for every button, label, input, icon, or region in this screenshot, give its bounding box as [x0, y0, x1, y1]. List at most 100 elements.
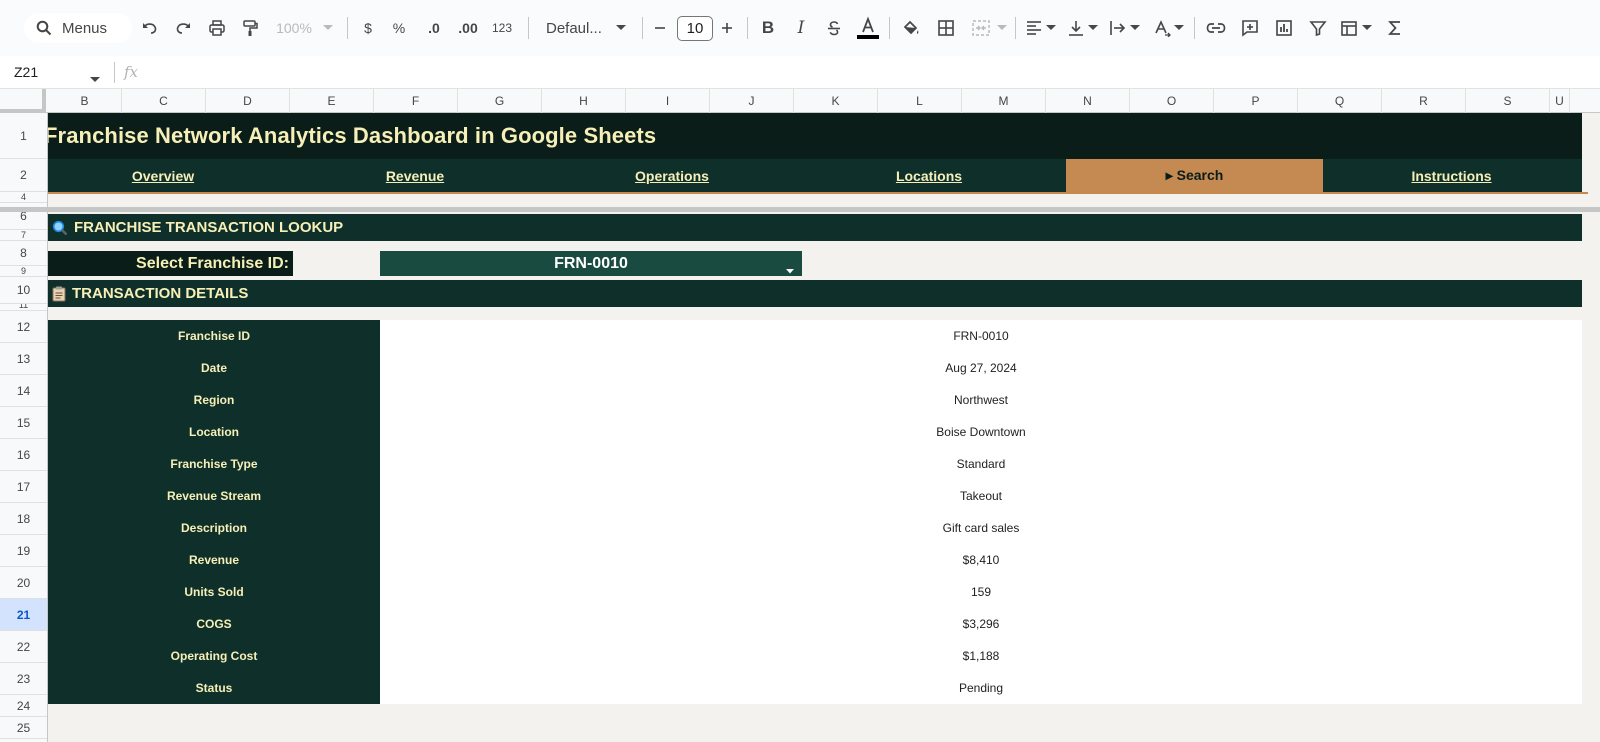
column-header-s[interactable]: S: [1466, 89, 1550, 113]
column-header-b[interactable]: B: [48, 89, 122, 113]
row-header-12[interactable]: 12: [0, 311, 47, 343]
row-header-15[interactable]: 15: [0, 407, 47, 439]
column-header-p[interactable]: P: [1214, 89, 1298, 113]
filter-views-dropdown-icon[interactable]: [1361, 14, 1373, 42]
paint-format-icon[interactable]: [238, 14, 262, 42]
detail-value[interactable]: Takeout: [380, 480, 1582, 512]
column-header-d[interactable]: D: [206, 89, 290, 113]
redo-icon[interactable]: [171, 14, 195, 42]
dropdown-arrow-icon[interactable]: [786, 261, 794, 279]
column-header-h[interactable]: H: [542, 89, 626, 113]
text-rotation-icon[interactable]: [1150, 14, 1174, 42]
detail-value[interactable]: FRN-0010: [380, 320, 1582, 352]
detail-value[interactable]: Pending: [380, 672, 1582, 704]
percent-button[interactable]: %: [389, 14, 409, 42]
detail-value[interactable]: 159: [380, 576, 1582, 608]
detail-value[interactable]: Northwest: [380, 384, 1582, 416]
franchise-id-dropdown[interactable]: FRN-0010: [380, 251, 802, 276]
row-header-21[interactable]: 21: [0, 599, 47, 631]
row-header-22[interactable]: 22: [0, 631, 47, 663]
decrease-font-size-icon[interactable]: [650, 14, 670, 42]
filter-views-icon[interactable]: [1338, 14, 1362, 42]
number-format-button[interactable]: 123: [489, 14, 515, 42]
merge-dropdown-icon[interactable]: [996, 14, 1008, 42]
bold-icon[interactable]: B: [756, 14, 780, 42]
column-header-n[interactable]: N: [1046, 89, 1130, 113]
row-header-14[interactable]: 14: [0, 375, 47, 407]
column-header-i[interactable]: I: [626, 89, 710, 113]
filter-icon[interactable]: [1306, 14, 1330, 42]
font-select[interactable]: Defaul...: [546, 14, 610, 42]
row-header-9[interactable]: 9: [0, 266, 47, 277]
column-header-q[interactable]: Q: [1298, 89, 1382, 113]
horizontal-align-icon[interactable]: [1022, 14, 1046, 42]
strikethrough-icon[interactable]: [822, 14, 846, 42]
column-header-l[interactable]: L: [878, 89, 962, 113]
column-header-g[interactable]: G: [458, 89, 542, 113]
detail-value[interactable]: $1,188: [380, 640, 1582, 672]
row-header-19[interactable]: 19: [0, 535, 47, 567]
column-header-c[interactable]: C: [122, 89, 206, 113]
row-header-18[interactable]: 18: [0, 503, 47, 535]
menus-search[interactable]: Menus: [24, 13, 132, 43]
zoom-select[interactable]: 100%: [272, 14, 316, 42]
row-header-13[interactable]: 13: [0, 343, 47, 375]
insert-chart-icon[interactable]: [1272, 14, 1296, 42]
column-header-k[interactable]: K: [794, 89, 878, 113]
text-rotation-dropdown-icon[interactable]: [1173, 14, 1185, 42]
row-header-25[interactable]: 25: [0, 717, 47, 739]
nav-locations-link[interactable]: Locations: [805, 159, 1053, 192]
functions-icon[interactable]: [1383, 14, 1407, 42]
nav-instructions-link[interactable]: Instructions: [1323, 159, 1580, 192]
row-header-24[interactable]: 24: [0, 695, 47, 717]
nav-overview-link[interactable]: Overview: [48, 159, 278, 192]
text-wrap-icon[interactable]: [1106, 14, 1130, 42]
font-dropdown-icon[interactable]: [614, 14, 628, 42]
nav-revenue-link[interactable]: Revenue: [291, 159, 539, 192]
row-header-11[interactable]: 11: [0, 304, 47, 311]
column-header-u[interactable]: U: [1550, 89, 1570, 113]
zoom-dropdown-icon[interactable]: [322, 14, 334, 42]
detail-value[interactable]: $3,296: [380, 608, 1582, 640]
insert-comment-icon[interactable]: [1238, 14, 1262, 42]
text-wrap-dropdown-icon[interactable]: [1129, 14, 1141, 42]
borders-icon[interactable]: [934, 14, 958, 42]
detail-value[interactable]: Standard: [380, 448, 1582, 480]
decrease-decimal-button[interactable]: .0: [422, 14, 446, 42]
vertical-align-icon[interactable]: [1064, 14, 1088, 42]
row-header-7[interactable]: 7: [0, 230, 47, 241]
horizontal-align-dropdown-icon[interactable]: [1045, 14, 1057, 42]
text-color-icon[interactable]: [855, 14, 881, 42]
detail-value[interactable]: Boise Downtown: [380, 416, 1582, 448]
undo-icon[interactable]: [138, 14, 162, 42]
font-size-input[interactable]: 10: [677, 16, 713, 41]
select-all-corner[interactable]: [0, 89, 46, 113]
nav-operations-link[interactable]: Operations: [548, 159, 796, 192]
row-header-17[interactable]: 17: [0, 471, 47, 503]
print-icon[interactable]: [205, 14, 229, 42]
detail-value[interactable]: $8,410: [380, 544, 1582, 576]
row-header-20[interactable]: 20: [0, 567, 47, 599]
frozen-row-divider[interactable]: [0, 207, 1600, 212]
row-header-4[interactable]: 4: [0, 192, 47, 203]
currency-button[interactable]: $: [358, 14, 378, 42]
merge-cells-icon[interactable]: [968, 14, 994, 42]
name-box[interactable]: Z21: [14, 64, 38, 80]
row-header-23[interactable]: 23: [0, 663, 47, 695]
column-header-r[interactable]: R: [1382, 89, 1466, 113]
column-header-e[interactable]: E: [290, 89, 374, 113]
increase-font-size-icon[interactable]: [717, 14, 737, 42]
row-header-16[interactable]: 16: [0, 439, 47, 471]
row-header-10[interactable]: 10: [0, 277, 47, 304]
increase-decimal-button[interactable]: .00: [455, 14, 481, 42]
row-header-8[interactable]: 8: [0, 241, 47, 266]
italic-icon[interactable]: I: [789, 14, 813, 42]
column-header-j[interactable]: J: [710, 89, 794, 113]
row-header-2[interactable]: 2: [0, 159, 47, 192]
column-header-o[interactable]: O: [1130, 89, 1214, 113]
insert-link-icon[interactable]: [1204, 14, 1228, 42]
row-header-1[interactable]: 1: [0, 113, 47, 159]
name-box-dropdown-icon[interactable]: [90, 70, 100, 88]
column-header-f[interactable]: F: [374, 89, 458, 113]
column-header-m[interactable]: M: [962, 89, 1046, 113]
